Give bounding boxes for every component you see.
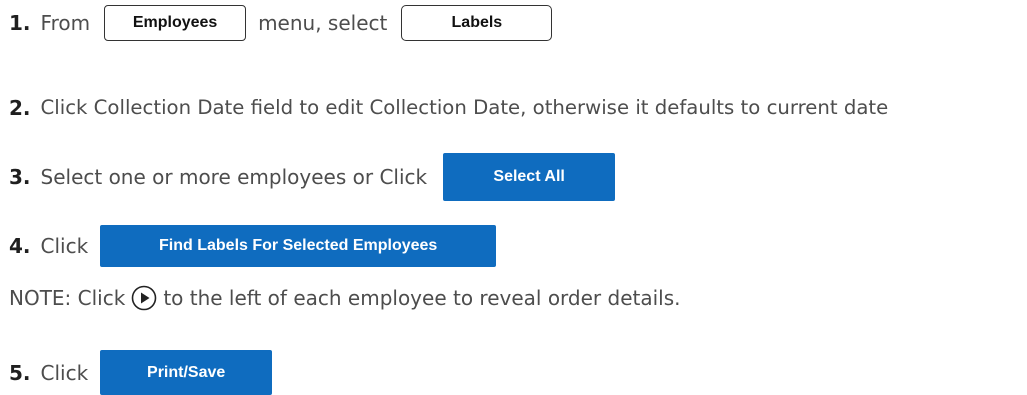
- select-all-button[interactable]: Select All: [443, 153, 616, 201]
- step-text: Click: [40, 360, 89, 385]
- step-number: 1.: [9, 11, 31, 35]
- step-text: Click Collection Date field to edit Coll…: [40, 96, 889, 120]
- step-text: menu, select: [258, 11, 388, 35]
- print-save-button[interactable]: Print/Save: [100, 350, 273, 395]
- note-text: to the left of each employee to reveal o…: [163, 286, 681, 310]
- play-circle-icon: [131, 285, 157, 311]
- labels-menu-item[interactable]: Labels: [401, 5, 553, 41]
- employees-menu-button[interactable]: Employees: [104, 5, 247, 41]
- step-text: From: [40, 11, 91, 35]
- step-2: 2. Click Collection Date field to edit C…: [0, 94, 888, 122]
- note-text: NOTE: Click: [9, 286, 126, 310]
- step-3: 3. Select one or more employees or Click…: [0, 153, 616, 201]
- step-text: Select one or more employees or Click: [40, 165, 428, 189]
- step-4-note: NOTE: Click to the left of each employee…: [9, 283, 681, 313]
- step-number: 3.: [9, 165, 31, 189]
- step-4: 4. Click Find Labels For Selected Employ…: [0, 225, 497, 267]
- step-number: 2.: [9, 96, 31, 120]
- step-5: 5. Click Print/Save: [0, 350, 273, 395]
- step-text: Click: [40, 234, 89, 258]
- step-number: 5.: [9, 360, 31, 385]
- step-number: 4.: [9, 234, 31, 258]
- step-1: 1. From Employees menu, select Labels: [0, 4, 553, 42]
- find-labels-button[interactable]: Find Labels For Selected Employees: [100, 225, 497, 267]
